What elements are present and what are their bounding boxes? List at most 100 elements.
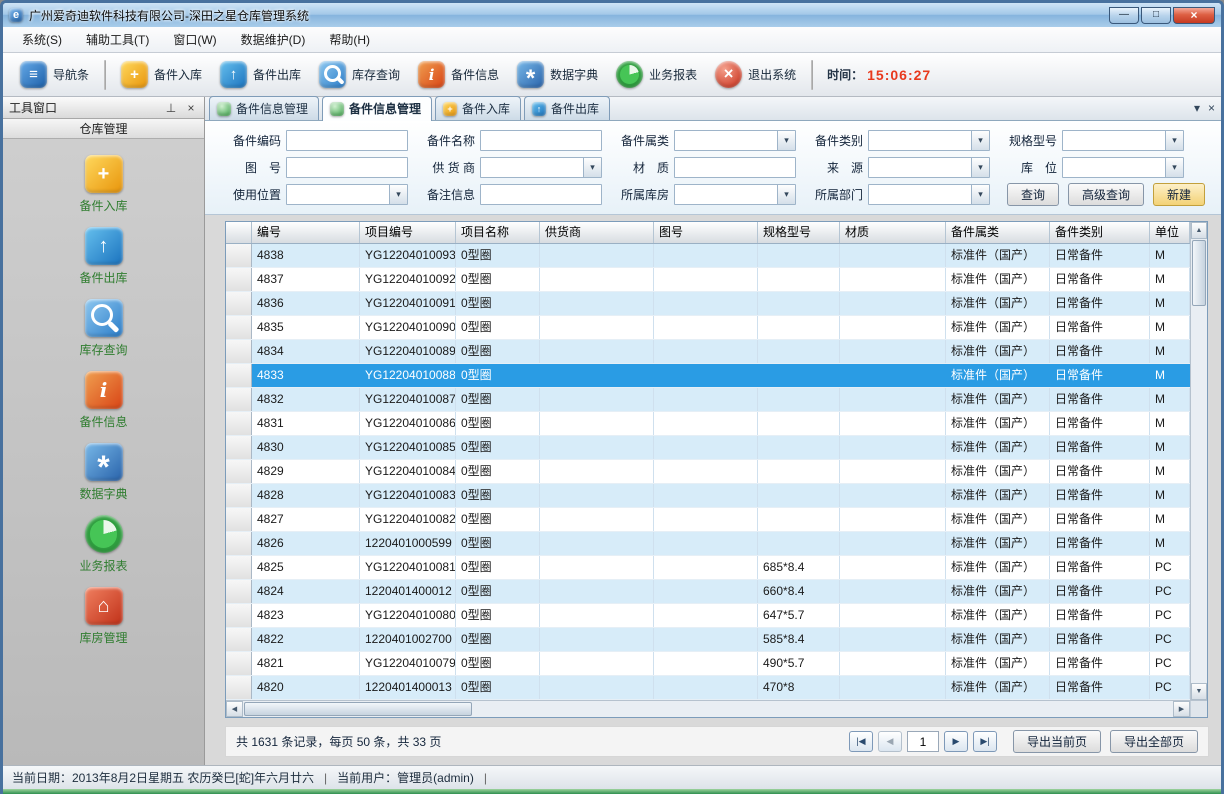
table-cell[interactable] [654,268,758,291]
table-cell[interactable]: 0型圈 [456,580,540,603]
table-row[interactable]: 4835 YG12204010090 0型圈 [226,316,1190,340]
export-current-page-button[interactable]: 导出当前页 [1013,730,1101,753]
prev-page-button[interactable]: ◀ [878,731,902,752]
table-cell[interactable] [540,532,654,555]
form-field-control[interactable] [674,184,796,205]
table-row[interactable]: 4833 YG12204010088 0型圈 [226,364,1190,388]
table-row[interactable]: 4824 1220401400012 0型圈 [226,580,1190,604]
table-cell[interactable]: 0型圈 [456,676,540,699]
row-header[interactable] [226,436,252,459]
form-field-control[interactable] [674,157,796,178]
table-row[interactable]: 4836 YG12204010091 0型圈 [226,292,1190,316]
table-cell[interactable] [840,268,946,291]
search-action-button[interactable]: 新建 [1153,183,1205,206]
horizontal-scroll-track[interactable] [473,701,1173,717]
table-cell[interactable]: 1220401400013 [360,676,456,699]
table-cell[interactable] [840,412,946,435]
table-row[interactable]: 4838 YG12204010093 0型圈 [226,244,1190,268]
form-field-control[interactable] [1062,157,1184,178]
table-cell[interactable]: 4821 [252,652,360,675]
table-cell[interactable]: 日常备件 [1050,508,1150,531]
table-cell[interactable] [840,580,946,603]
table-cell[interactable]: YG12204010088 [360,364,456,387]
table-cell[interactable]: 4831 [252,412,360,435]
table-cell[interactable]: 标准件（国产） [946,628,1050,651]
table-cell[interactable]: M [1150,460,1190,483]
table-cell[interactable] [758,244,840,267]
table-cell[interactable]: 4826 [252,532,360,555]
table-cell[interactable]: 标准件（国产） [946,388,1050,411]
column-header[interactable]: 备件类别 [1050,222,1150,243]
table-cell[interactable] [654,244,758,267]
table-cell[interactable]: M [1150,412,1190,435]
table-cell[interactable] [540,604,654,627]
sidebar-item[interactable]: 业务报表 [3,515,204,574]
table-cell[interactable]: 4836 [252,292,360,315]
table-row[interactable]: 4830 YG12204010085 0型圈 [226,436,1190,460]
table-cell[interactable] [840,364,946,387]
table-cell[interactable] [840,676,946,699]
table-cell[interactable]: 标准件（国产） [946,604,1050,627]
table-cell[interactable]: 1220401400012 [360,580,456,603]
tab[interactable]: 备件出库 [524,96,610,120]
table-cell[interactable]: 470*8 [758,676,840,699]
table-cell[interactable]: 4824 [252,580,360,603]
row-header[interactable] [226,340,252,363]
table-cell[interactable]: 4835 [252,316,360,339]
table-cell[interactable] [758,340,840,363]
toolbar-button[interactable]: 备件出库 [211,57,310,92]
table-cell[interactable] [840,484,946,507]
table-cell[interactable] [758,292,840,315]
table-cell[interactable] [758,532,840,555]
table-cell[interactable] [654,604,758,627]
form-field-control[interactable] [1062,130,1184,151]
table-cell[interactable] [540,508,654,531]
table-cell[interactable] [840,244,946,267]
table-cell[interactable] [840,460,946,483]
table-cell[interactable]: M [1150,364,1190,387]
tab[interactable]: 备件信息管理 [322,96,432,121]
table-cell[interactable]: 4837 [252,268,360,291]
form-field-control[interactable] [286,157,408,178]
menu-item[interactable]: 辅助工具(T) [75,28,160,51]
toolbar-button[interactable]: 业务报表 [607,57,706,92]
column-header[interactable]: 项目编号 [360,222,456,243]
row-header[interactable] [226,628,252,651]
close-button[interactable]: × [1173,7,1215,24]
table-row[interactable]: 4820 1220401400013 0型圈 [226,676,1190,700]
column-header[interactable]: 材质 [840,222,946,243]
table-cell[interactable] [840,340,946,363]
table-cell[interactable]: 0型圈 [456,388,540,411]
form-field-control[interactable] [674,130,796,151]
table-cell[interactable]: 标准件（国产） [946,580,1050,603]
scroll-up-icon[interactable]: ▲ [1191,222,1207,239]
column-header[interactable]: 备件属类 [946,222,1050,243]
table-cell[interactable]: PC [1150,676,1190,699]
table-cell[interactable]: M [1150,436,1190,459]
table-cell[interactable]: 标准件（国产） [946,556,1050,579]
table-cell[interactable] [654,436,758,459]
table-cell[interactable]: M [1150,268,1190,291]
table-cell[interactable]: 685*8.4 [758,556,840,579]
table-cell[interactable]: 4820 [252,676,360,699]
table-cell[interactable]: 标准件（国产） [946,268,1050,291]
table-cell[interactable] [540,436,654,459]
table-cell[interactable]: 4823 [252,604,360,627]
table-cell[interactable]: 日常备件 [1050,244,1150,267]
table-cell[interactable]: 4828 [252,484,360,507]
table-cell[interactable]: M [1150,292,1190,315]
form-field-control[interactable] [868,184,990,205]
table-cell[interactable]: 标准件（国产） [946,652,1050,675]
sidebar-item[interactable]: 库存查询 [3,299,204,358]
table-row[interactable]: 4827 YG12204010082 0型圈 [226,508,1190,532]
table-cell[interactable] [840,556,946,579]
table-cell[interactable] [540,292,654,315]
table-cell[interactable]: 标准件（国产） [946,508,1050,531]
table-cell[interactable]: M [1150,388,1190,411]
pin-icon[interactable]: ⊥ [164,101,178,115]
tab[interactable]: 备件信息管理 [209,96,319,120]
table-cell[interactable]: 日常备件 [1050,412,1150,435]
row-header[interactable] [226,292,252,315]
table-cell[interactable]: 660*8.4 [758,580,840,603]
table-cell[interactable]: 日常备件 [1050,388,1150,411]
